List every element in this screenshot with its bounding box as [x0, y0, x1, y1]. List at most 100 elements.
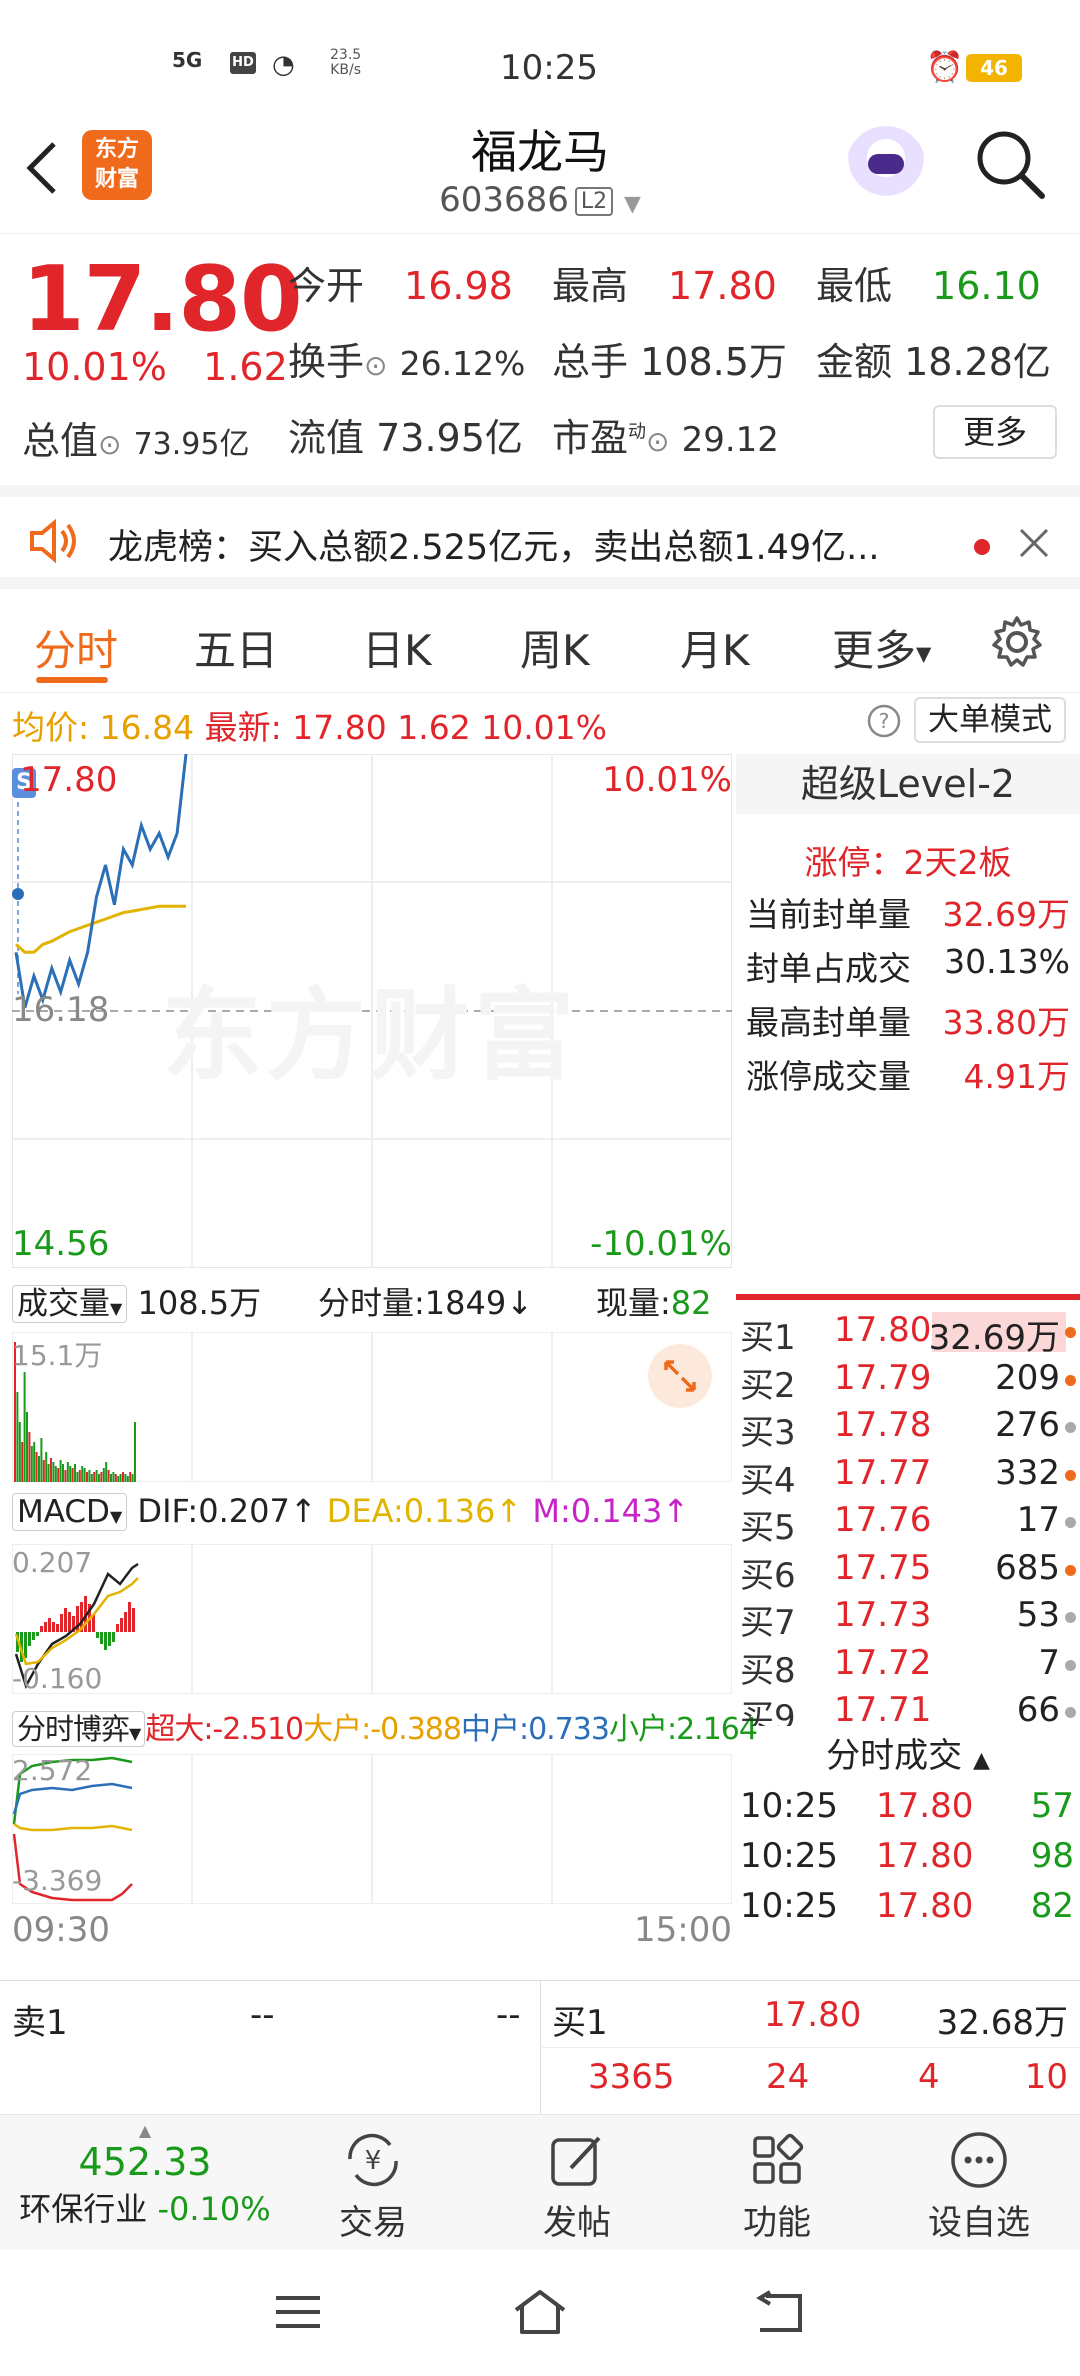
bid-row[interactable]: 买1 17.80 32.69万: [736, 1310, 1080, 1358]
volume-bar: [93, 1472, 96, 1482]
help-icon[interactable]: ?: [866, 703, 902, 739]
macd-bar: [128, 1602, 131, 1632]
trades-title[interactable]: 分时成交 ▲: [736, 1726, 1080, 1786]
sector-index[interactable]: ▲ 452.33 环保行业 -0.10%: [0, 2121, 290, 2230]
more-dots-icon: [951, 2132, 1007, 2188]
volume-bar: [114, 1474, 117, 1482]
volume-bar: [126, 1476, 129, 1482]
bid-qty: 17: [1016, 1500, 1060, 1540]
tab-five-day[interactable]: 五日: [194, 617, 278, 678]
volume-bar: [62, 1464, 64, 1482]
sell1-label: 卖1: [12, 2003, 68, 2043]
bid-row[interactable]: 买5 17.76 17: [736, 1500, 1080, 1548]
sector-index-value: 452.33: [78, 2140, 212, 2184]
bid-row[interactable]: 买8 17.72 7: [736, 1643, 1080, 1691]
chevron-down-icon: ▼: [623, 192, 641, 217]
trade-button[interactable]: ¥ 交易: [298, 2125, 448, 2244]
bid-qty: 32.69万: [928, 1318, 1060, 1358]
bid-qty: 53: [1016, 1595, 1060, 1635]
volume-bar: [40, 1438, 43, 1482]
trade-qty: 57: [1030, 1786, 1074, 1826]
macd-bar: [60, 1614, 63, 1632]
volume-bar: [83, 1468, 86, 1482]
notice-text[interactable]: 龙虎榜：买入总额2.525亿元，卖出总额1.49亿...: [108, 519, 880, 570]
tab-week-k[interactable]: 周K: [520, 617, 590, 678]
trade-price: 17.80: [876, 1836, 974, 1876]
bid-dot: [1065, 1564, 1076, 1576]
volume-bar: [88, 1470, 91, 1482]
macd-bar: [56, 1624, 59, 1632]
macd-indicator-select[interactable]: MACD▼: [12, 1493, 128, 1531]
bid-row[interactable]: 买2 17.79 209: [736, 1358, 1080, 1406]
big-order-mode-button[interactable]: 大单模式: [914, 697, 1066, 743]
trade-price: 17.80: [876, 1786, 974, 1826]
function-button[interactable]: 功能: [702, 2125, 852, 2244]
macd-bar: [48, 1618, 51, 1632]
volume-bar: [134, 1422, 136, 1482]
bid-row[interactable]: 买6 17.75 685: [736, 1548, 1080, 1596]
search-icon[interactable]: [972, 126, 1048, 202]
volume-bar: [95, 1470, 98, 1482]
level2-title[interactable]: 超级Level-2: [736, 754, 1080, 814]
sell1-qty: --: [496, 1995, 521, 2035]
active-tab-indicator: [36, 677, 108, 683]
svg-text:?: ?: [879, 709, 890, 733]
volume-bar: [74, 1464, 76, 1482]
avg-info-bar: 均价: 16.84 最新: 17.80 1.62 10.01% ? 大单模式: [0, 693, 1080, 749]
volume-chart[interactable]: [12, 1332, 732, 1482]
bid-row[interactable]: 买3 17.78 276: [736, 1405, 1080, 1453]
home-icon[interactable]: [510, 2286, 570, 2338]
open-cell: 今开 16.98: [288, 264, 513, 308]
volume-bar: [35, 1452, 38, 1482]
bid-row[interactable]: 买4 17.77 332: [736, 1453, 1080, 1501]
volume-indicator-select[interactable]: 成交量▼: [12, 1285, 128, 1323]
fund-game-max: 2.572: [12, 1754, 93, 1787]
fund-game-select[interactable]: 分时博弈▼: [12, 1711, 146, 1747]
robot-assistant-icon[interactable]: [846, 126, 926, 206]
turnover-cell: 换手⊙ 26.12%: [288, 340, 526, 384]
tab-more[interactable]: 更多▼: [832, 617, 931, 678]
trade-time: 10:25: [740, 1836, 838, 1876]
back-nav-icon[interactable]: [752, 2290, 808, 2336]
add-watchlist-button[interactable]: 设自选: [904, 2125, 1054, 2244]
settings-gear-icon[interactable]: [990, 615, 1044, 669]
hd-icon: HD: [230, 52, 256, 74]
menu-icon[interactable]: [272, 2292, 324, 2332]
bid-label: 买2: [740, 1365, 796, 1406]
price-change: 10.01% 1.62: [22, 345, 288, 389]
bid-price: 17.76: [834, 1500, 932, 1540]
bid-row[interactable]: 买7 17.73 53: [736, 1595, 1080, 1643]
more-button[interactable]: 更多: [933, 405, 1057, 459]
bid-label: 买8: [740, 1650, 796, 1691]
svg-text:¥: ¥: [365, 2146, 382, 2176]
macd-chart[interactable]: [12, 1544, 732, 1694]
macd-bar: [116, 1624, 119, 1632]
macd-bar: [52, 1622, 55, 1632]
volume-bar: [18, 1422, 21, 1482]
bid-dot: [1065, 1327, 1076, 1338]
bid-price: 17.77: [834, 1452, 932, 1493]
macd-max: 0.207: [12, 1546, 93, 1579]
notice-bar[interactable]: 龙虎榜：买入总额2.525亿元，卖出总额1.49亿...: [0, 485, 1080, 589]
fund-game-chart[interactable]: [12, 1754, 732, 1904]
fund-game-min: -3.369: [12, 1864, 103, 1897]
post-button[interactable]: 发帖: [502, 2125, 652, 2244]
bid-label: 买6: [740, 1555, 796, 1596]
expand-icon[interactable]: [648, 1344, 712, 1408]
tab-day-k[interactable]: 日K: [362, 617, 432, 678]
close-icon[interactable]: [1018, 527, 1050, 559]
macd-bar: [24, 1632, 27, 1658]
bid-price: 17.75: [834, 1547, 932, 1588]
order-book[interactable]: 买1 17.80 32.69万 买2 17.79 209 买3 17.78 276 买4 17.77…: [736, 1306, 1080, 1726]
chart-mid-price: 16.18: [12, 990, 110, 1030]
volume-bar: [129, 1472, 132, 1482]
trade-row: 10:25 17.80 82: [736, 1886, 1080, 1936]
volume-cell: 总手 108.5万: [552, 340, 787, 384]
edit-icon: [551, 2136, 601, 2186]
unread-dot: [974, 539, 990, 555]
tab-fenshi[interactable]: 分时: [34, 617, 118, 678]
bid-row[interactable]: 买9 17.71 66: [736, 1690, 1080, 1726]
bid-label: 买9: [740, 1698, 796, 1726]
volume-bar: [26, 1412, 28, 1482]
tab-month-k[interactable]: 月K: [680, 617, 750, 678]
